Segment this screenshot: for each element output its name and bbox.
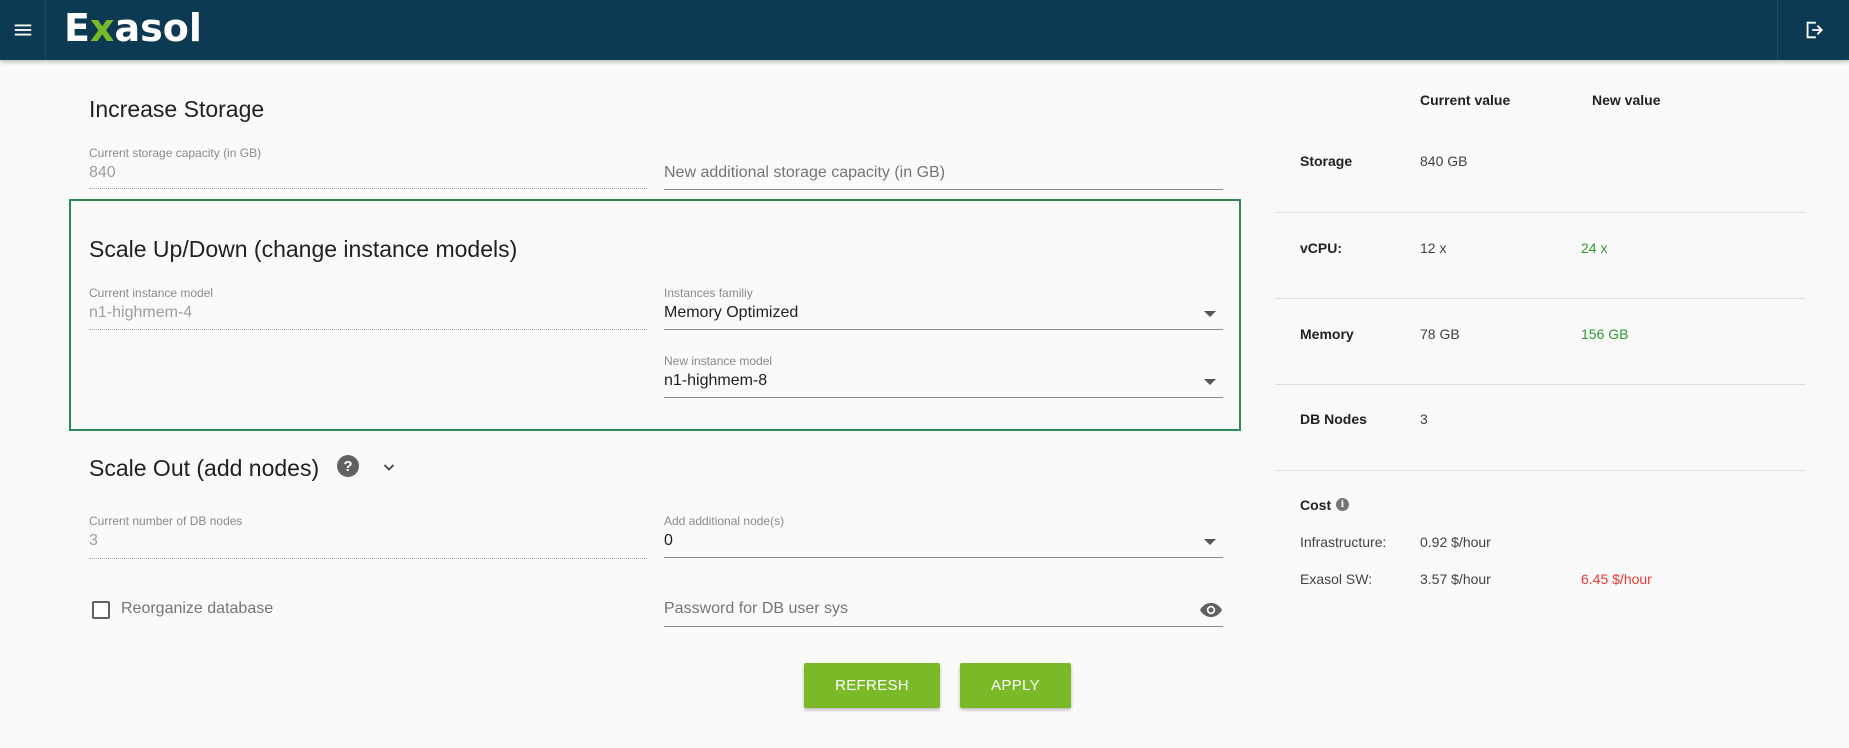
summary-divider bbox=[1275, 384, 1806, 385]
hamburger-menu-icon[interactable] bbox=[0, 0, 46, 60]
infrastructure-cost-label: Infrastructure: bbox=[1300, 534, 1387, 550]
summary-row-dbnodes-current: 3 bbox=[1420, 411, 1428, 427]
help-circle-icon[interactable]: ? bbox=[337, 455, 359, 477]
add-nodes-label: Add additional node(s) bbox=[664, 514, 785, 528]
summary-row-vcpu-new: 24 x bbox=[1581, 240, 1608, 256]
new-value-header: New value bbox=[1592, 92, 1661, 108]
new-instance-model-caret-icon[interactable] bbox=[1204, 379, 1216, 385]
exasol-sw-cost-label: Exasol SW: bbox=[1300, 571, 1373, 587]
current-storage-label: Current storage capacity (in GB) bbox=[89, 146, 262, 160]
reorganize-database-checkbox[interactable] bbox=[92, 601, 110, 619]
summary-row-vcpu-current: 12 x bbox=[1420, 240, 1447, 256]
current-storage-underline bbox=[89, 188, 647, 189]
exasol-sw-cost-current: 3.57 $/hour bbox=[1420, 571, 1491, 587]
summary-row-vcpu-label: vCPU: bbox=[1300, 240, 1343, 256]
instances-family-caret-icon[interactable] bbox=[1204, 311, 1216, 317]
scale-updown-title: Scale Up/Down (change instance models) bbox=[89, 236, 518, 262]
instances-family-select[interactable]: Memory Optimized bbox=[664, 304, 798, 322]
password-input[interactable]: Password for DB user sys bbox=[664, 600, 848, 618]
summary-divider bbox=[1275, 298, 1806, 299]
summary-row-dbnodes-label: DB Nodes bbox=[1300, 411, 1367, 427]
eye-icon[interactable] bbox=[1199, 600, 1223, 620]
new-storage-underline bbox=[664, 189, 1223, 190]
cost-label: Cost bbox=[1300, 497, 1332, 513]
exasol-sw-cost-new: 6.45 $/hour bbox=[1581, 571, 1652, 587]
summary-row-memory-current: 78 GB bbox=[1420, 326, 1460, 342]
logo-text-x: x bbox=[89, 6, 115, 50]
chevron-down-icon[interactable] bbox=[381, 459, 397, 475]
current-db-nodes-underline bbox=[89, 558, 647, 559]
current-value-header: Current value bbox=[1420, 92, 1511, 108]
instances-family-label: Instances familiy bbox=[664, 286, 753, 300]
logout-icon[interactable] bbox=[1777, 0, 1849, 60]
current-instance-model-value: n1-highmem-4 bbox=[89, 304, 193, 321]
logout-icon-svg bbox=[1806, 21, 1823, 39]
add-nodes-underline bbox=[664, 557, 1223, 558]
info-icon[interactable]: i bbox=[1336, 498, 1349, 511]
summary-divider bbox=[1275, 212, 1806, 213]
reorganize-database-label: Reorganize database bbox=[121, 600, 274, 617]
refresh-button[interactable]: REFRESH bbox=[804, 663, 940, 708]
new-instance-model-underline bbox=[664, 397, 1223, 398]
logo-text-end: asol bbox=[114, 6, 202, 50]
scale-out-title: Scale Out (add nodes) bbox=[89, 455, 320, 481]
increase-storage-title: Increase Storage bbox=[89, 96, 265, 122]
current-db-nodes-label: Current number of DB nodes bbox=[89, 514, 243, 528]
top-app-bar: Exasol bbox=[0, 0, 1849, 60]
new-instance-model-label: New instance model bbox=[664, 354, 773, 368]
summary-row-storage-label: Storage bbox=[1300, 153, 1353, 169]
current-storage-value: 840 bbox=[89, 164, 116, 181]
summary-divider bbox=[1275, 470, 1806, 471]
add-nodes-select[interactable]: 0 bbox=[664, 532, 673, 550]
exasol-logo: Exasol bbox=[64, 6, 202, 50]
new-storage-input[interactable]: New additional storage capacity (in GB) bbox=[664, 164, 945, 182]
current-instance-model-underline bbox=[89, 329, 647, 330]
hamburger-menu-icon-svg bbox=[14, 24, 31, 36]
summary-row-memory-new: 156 GB bbox=[1581, 326, 1629, 342]
summary-row-storage-current: 840 GB bbox=[1420, 153, 1468, 169]
logo-text-start: E bbox=[64, 6, 90, 50]
summary-row-memory-label: Memory bbox=[1300, 326, 1354, 342]
current-instance-model-label: Current instance model bbox=[89, 286, 214, 300]
instances-family-underline bbox=[664, 329, 1223, 330]
password-underline bbox=[664, 626, 1223, 627]
add-nodes-caret-icon[interactable] bbox=[1204, 539, 1216, 545]
current-db-nodes-value: 3 bbox=[89, 532, 98, 549]
infrastructure-cost-current: 0.92 $/hour bbox=[1420, 534, 1491, 550]
apply-button[interactable]: APPLY bbox=[960, 663, 1071, 708]
new-instance-model-select[interactable]: n1-highmem-8 bbox=[664, 372, 767, 390]
